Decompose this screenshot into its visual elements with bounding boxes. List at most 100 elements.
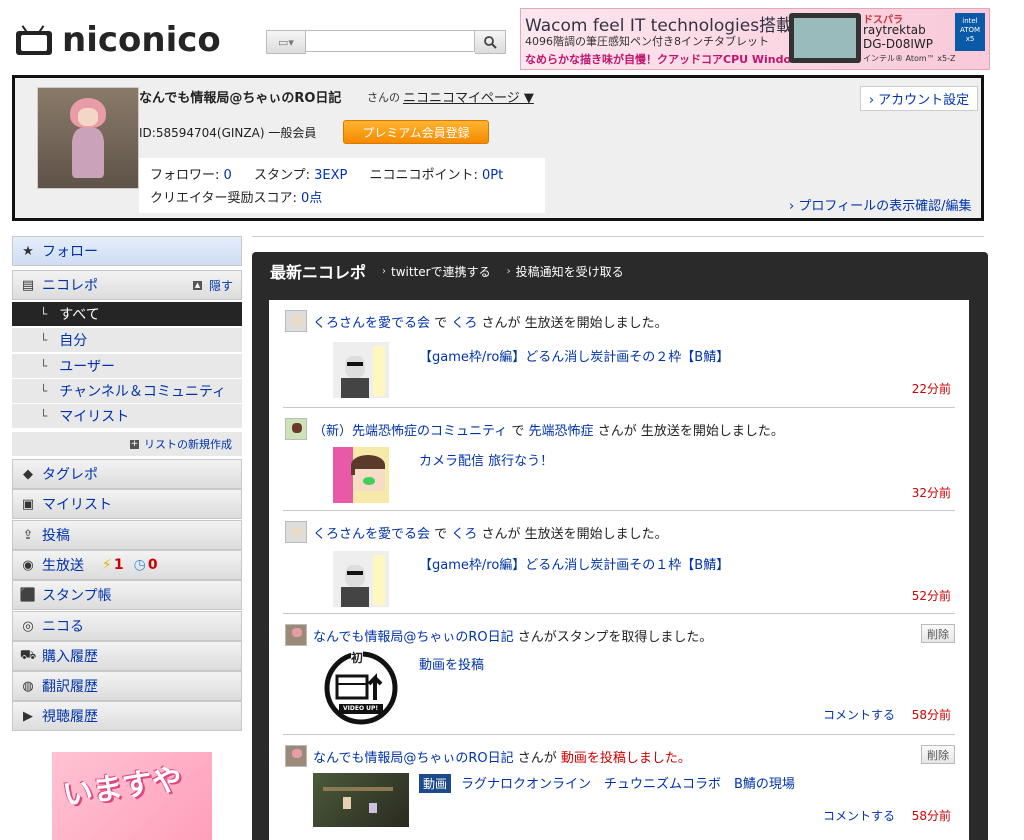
notify-link[interactable]: › 投稿通知を受け取る bbox=[507, 263, 624, 280]
sidebar-item-label: マイリスト bbox=[42, 497, 112, 513]
sidebar-item-follow[interactable]: ★ フォロー bbox=[12, 236, 242, 266]
globe-icon: ◍ bbox=[22, 678, 34, 694]
new-list-label: リストの新規作成 bbox=[144, 438, 232, 451]
nico-point-label: ニコニコポイント: bbox=[369, 168, 478, 183]
profile-edit-link[interactable]: › プロフィールの表示確認/編集 bbox=[789, 195, 971, 214]
stamp-name-link[interactable]: 動画を投稿 bbox=[419, 654, 484, 673]
chevron-right-icon: › bbox=[506, 265, 511, 277]
community-link[interactable]: くろさんを愛でる会 bbox=[313, 527, 430, 542]
live-thumbnail[interactable] bbox=[333, 447, 389, 503]
nicoru-icon: ◎ bbox=[22, 618, 34, 634]
sidebar-ad-banner[interactable]: いますや bbox=[52, 752, 212, 840]
sidebar-sub-label: ユーザー bbox=[59, 359, 115, 375]
creator-score-value[interactable]: 0点 bbox=[301, 191, 322, 206]
tv-icon bbox=[16, 25, 52, 55]
user-icon[interactable] bbox=[285, 310, 307, 332]
timestamp: 22分前 bbox=[911, 382, 951, 396]
nico-point-value[interactable]: 0Pt bbox=[482, 168, 503, 183]
search-button[interactable] bbox=[475, 30, 506, 54]
timestamp: 58分前 bbox=[911, 708, 951, 722]
tv-small-icon: ▭▾ bbox=[278, 35, 294, 49]
user-link[interactable]: なんでも情報局@ちゃぃのRO日記 bbox=[313, 751, 514, 766]
feed-list: くろさんを愛でる会 で くろ さんが 生放送を開始しました。 【game枠/ro… bbox=[269, 300, 969, 840]
community-link[interactable]: （新）先端恐怖症のコミュニティ bbox=[313, 424, 507, 439]
ad-line2: 4096階調の筆圧感知ペン付き8インチタブレット bbox=[525, 35, 769, 48]
live-thumbnail[interactable] bbox=[333, 342, 389, 398]
premium-register-button[interactable]: プレミアム会員登録 bbox=[343, 120, 489, 144]
user-icon[interactable] bbox=[285, 745, 307, 767]
tree-branch-icon: └ bbox=[40, 359, 48, 373]
list-item: なんでも情報局@ちゃぃのRO日記 さんがスタンプを取得しました。 削除 VIDE… bbox=[283, 614, 955, 735]
user-icon[interactable] bbox=[285, 624, 307, 646]
sidebar-sub-self[interactable]: └ 自分 bbox=[12, 328, 242, 352]
sidebar-sub-label: 自分 bbox=[59, 333, 88, 349]
user-link[interactable]: くろ bbox=[451, 316, 477, 331]
twitter-link[interactable]: › twitterで連携する bbox=[382, 263, 491, 280]
profile-stats: フォロワー: 0 スタンプ: 3EXP ニコニコポイント: 0Pt クリエイター… bbox=[139, 158, 545, 213]
niconico-logo[interactable]: niconico bbox=[16, 20, 256, 60]
sidebar-item-translation[interactable]: ◍ 翻訳履歴 bbox=[12, 671, 242, 701]
live-thumbnail[interactable] bbox=[333, 551, 389, 607]
sidebar-item-label: 生放送 bbox=[42, 558, 84, 574]
video-title-link[interactable]: ラグナロクオンライン チュウニズムコラボ B鯖の現場 bbox=[461, 777, 795, 792]
entry-line: なんでも情報局@ちゃぃのRO日記 さんがスタンプを取得しました。 bbox=[313, 626, 712, 645]
document-icon: ▤ bbox=[21, 277, 35, 293]
entry-line: なんでも情報局@ちゃぃのRO日記 さんが 動画を投稿しました。 bbox=[313, 747, 691, 766]
panel-title: 最新ニコレポ bbox=[270, 263, 367, 282]
user-icon[interactable] bbox=[285, 521, 307, 543]
timestamp: 32分前 bbox=[911, 486, 951, 500]
account-settings-button[interactable]: › アカウント設定 bbox=[860, 86, 978, 111]
video-thumbnail[interactable] bbox=[313, 773, 409, 827]
delete-button[interactable]: 削除 bbox=[921, 624, 955, 643]
user-link[interactable]: くろ bbox=[451, 527, 477, 542]
sidebar-item-history[interactable]: ▶ 視聴履歴 bbox=[12, 701, 242, 731]
tree-branch-icon: └ bbox=[40, 333, 48, 347]
header-ad-banner[interactable]: Wacom feel IT technologies搭載 4096階調の筆圧感知… bbox=[520, 8, 990, 70]
search-input[interactable] bbox=[306, 30, 475, 52]
sidebar-sub-all[interactable]: └ すべて bbox=[12, 302, 242, 326]
sidebar-sub-user[interactable]: └ ユーザー bbox=[12, 354, 242, 378]
comment-link[interactable]: コメントする bbox=[823, 706, 895, 723]
sidebar-sub-label: すべて bbox=[59, 307, 100, 323]
community-link[interactable]: くろさんを愛でる会 bbox=[313, 316, 430, 331]
sidebar-item-mylist[interactable]: ▣ マイリスト bbox=[12, 489, 242, 519]
user-icon[interactable] bbox=[285, 418, 307, 440]
live-icon: ◉ bbox=[22, 557, 34, 573]
list-item: くろさんを愛でる会 で くろ さんが 生放送を開始しました。 【game枠/ro… bbox=[283, 300, 955, 408]
follower-label: フォロワー: bbox=[150, 168, 220, 183]
sidebar-item-nicoru[interactable]: ◎ ニコる bbox=[12, 611, 242, 641]
entry-line: くろさんを愛でる会 で くろ さんが 生放送を開始しました。 bbox=[313, 312, 668, 331]
sidebar-item-nicorepo[interactable]: ▤ ニコレポ ▲ 隠す bbox=[12, 270, 242, 300]
sidebar-sub-mylist[interactable]: └ マイリスト bbox=[12, 404, 242, 428]
stamp-image[interactable]: VIDEO UP! 初 bbox=[323, 650, 399, 726]
sidebar-item-tagrepo[interactable]: ◆ タグレポ bbox=[12, 459, 242, 489]
live-title-link[interactable]: 【game枠/ro編】どるん消し炭計画その１枠【B鯖】 bbox=[419, 554, 729, 573]
nicorepo-header: 最新ニコレポ › twitterで連携する › 投稿通知を受け取る bbox=[252, 252, 988, 290]
stamp-label: 初 bbox=[351, 651, 364, 665]
follower-count[interactable]: 0 bbox=[224, 168, 232, 183]
upload-icon: ⇪ bbox=[22, 527, 34, 543]
plus-icon: + bbox=[130, 438, 139, 449]
live-title-link[interactable]: カメラ配信 旅行なう！ bbox=[419, 450, 553, 469]
hide-toggle[interactable]: ▲ 隠す bbox=[192, 277, 233, 294]
mypage-dropdown[interactable]: ニコニコマイページ ▼ bbox=[403, 87, 534, 106]
sidebar-sub-label: チャンネル＆コミュニティ bbox=[59, 384, 226, 400]
timestamp: 52分前 bbox=[911, 589, 951, 603]
user-link[interactable]: 先端恐怖症 bbox=[529, 424, 594, 439]
tree-branch-icon: └ bbox=[40, 384, 48, 398]
sidebar-item-upload[interactable]: ⇪ 投稿 bbox=[12, 520, 242, 550]
sidebar-item-live[interactable]: ◉ 生放送 ⚡ 1 ◷ 0 bbox=[12, 550, 242, 580]
sidebar-item-label: 投稿 bbox=[42, 528, 70, 544]
avatar[interactable] bbox=[37, 87, 139, 189]
sidebar-item-purchase[interactable]: ⛟ 購入履歴 bbox=[12, 641, 242, 671]
new-list-link[interactable]: + リストの新規作成 bbox=[12, 432, 242, 456]
sidebar-sub-channel[interactable]: └ チャンネル＆コミュニティ bbox=[12, 379, 242, 403]
comment-link[interactable]: コメントする bbox=[823, 807, 895, 824]
user-link[interactable]: なんでも情報局@ちゃぃのRO日記 bbox=[313, 630, 514, 645]
live-title-link[interactable]: 【game枠/ro編】どるん消し炭計画その２枠【B鯖】 bbox=[419, 346, 729, 365]
sidebar-item-stamp[interactable]: ⬛ スタンプ帳 bbox=[12, 580, 242, 610]
search-category-dropdown[interactable]: ▭▾ bbox=[266, 30, 306, 54]
stamp-exp[interactable]: 3EXP bbox=[314, 168, 347, 183]
star-icon: ★ bbox=[22, 243, 34, 259]
delete-button[interactable]: 削除 bbox=[921, 745, 955, 764]
